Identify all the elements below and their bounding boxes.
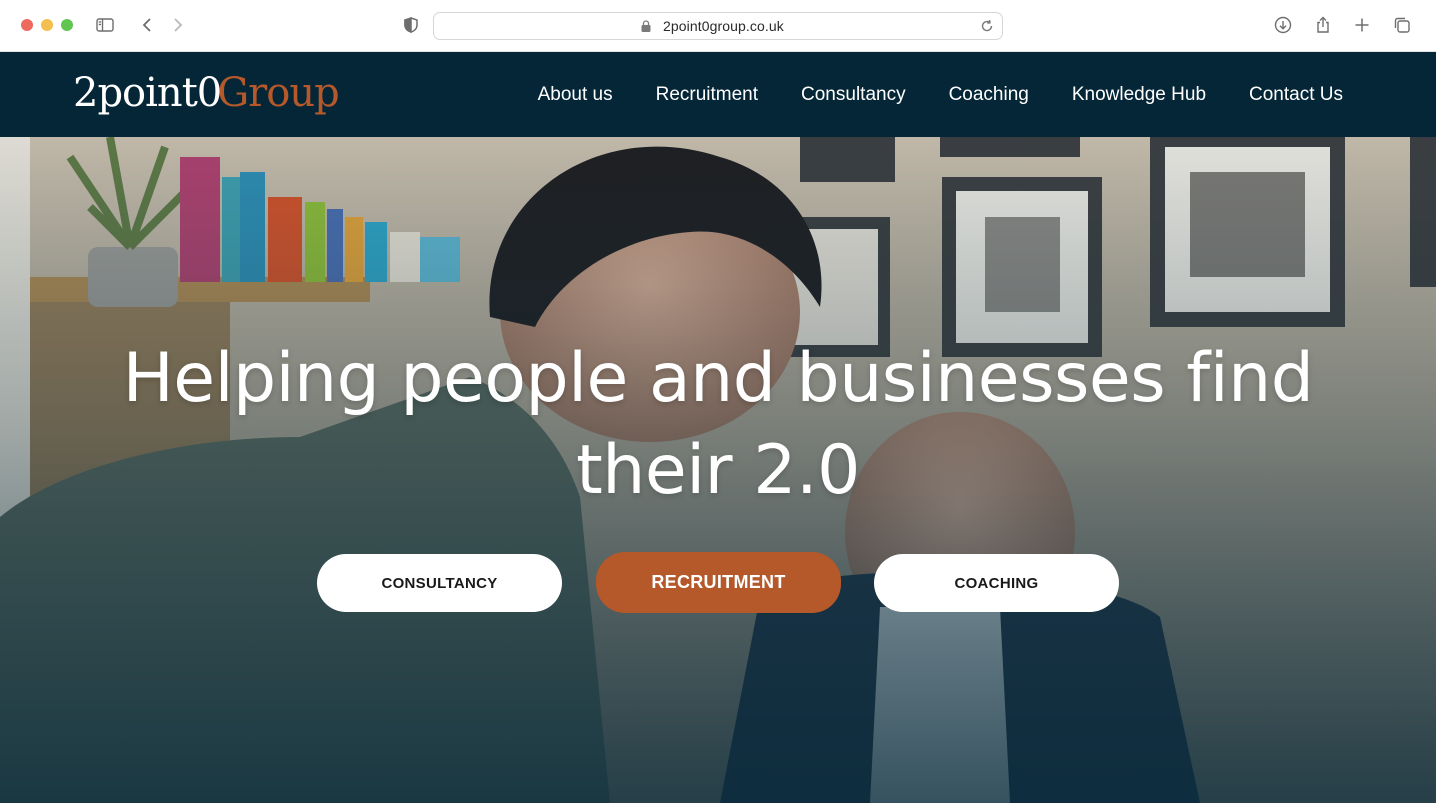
close-window-button[interactable] [21,19,33,31]
site-logo[interactable]: 2point0 Group [73,70,340,118]
logo-text-primary: 2point0 [73,70,222,116]
url-text: 2point0group.co.uk [663,18,784,34]
hero-headline-line1: Helping people and businesses find [122,339,1314,418]
recruitment-button[interactable]: RECRUITMENT [596,552,841,613]
hero-headline-line2: their 2.0 [576,431,860,510]
hero-headline: Helping people and businesses find their… [0,333,1436,517]
share-icon[interactable] [1312,14,1334,36]
consultancy-button[interactable]: CONSULTANCY [317,554,562,612]
coaching-button[interactable]: COACHING [874,554,1119,612]
hero-button-group: CONSULTANCY RECRUITMENT COACHING [317,552,1119,614]
nav-knowledge-hub[interactable]: Knowledge Hub [1072,84,1206,106]
main-nav: About us Recruitment Consultancy Coachin… [495,52,1343,137]
reload-icon[interactable] [979,18,995,34]
minimize-window-button[interactable] [41,19,53,31]
browser-toolbar: 2point0group.co.uk [0,0,1436,52]
privacy-shield-icon[interactable] [400,14,422,36]
nav-consultancy[interactable]: Consultancy [801,84,906,106]
downloads-icon[interactable] [1272,14,1294,36]
nav-about-us[interactable]: About us [538,84,613,106]
nav-contact-us[interactable]: Contact Us [1249,84,1343,106]
lock-icon [641,20,651,32]
sidebar-toggle-icon[interactable] [94,14,116,36]
logo-text-accent: Group [217,70,340,116]
back-icon[interactable] [136,14,158,36]
tab-overview-icon[interactable] [1391,14,1413,36]
nav-recruitment[interactable]: Recruitment [656,84,758,106]
forward-icon[interactable] [167,14,189,36]
hero-section: Helping people and businesses find their… [0,137,1436,803]
new-tab-icon[interactable] [1351,14,1373,36]
address-bar[interactable]: 2point0group.co.uk [433,12,1003,40]
site-header: 2point0 Group About us Recruitment Consu… [0,52,1436,137]
nav-coaching[interactable]: Coaching [949,84,1029,106]
zoom-window-button[interactable] [61,19,73,31]
